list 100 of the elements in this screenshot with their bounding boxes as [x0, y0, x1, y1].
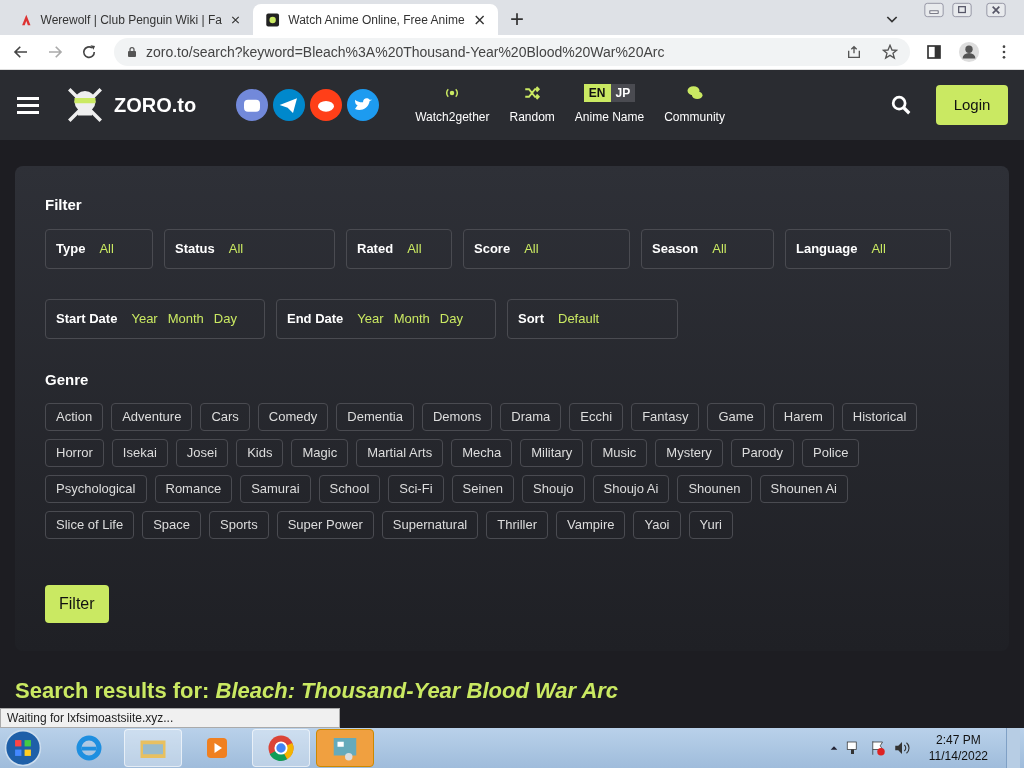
- login-button[interactable]: Login: [936, 85, 1008, 125]
- logo[interactable]: ZORO.to: [64, 84, 197, 126]
- telegram-icon[interactable]: [273, 89, 306, 121]
- genre-tag[interactable]: Ecchi: [569, 403, 624, 431]
- filter-select[interactable]: Start Date Year Month Day: [45, 298, 265, 339]
- profile-icon[interactable]: [958, 41, 980, 63]
- filter-select[interactable]: Sort Default: [507, 298, 678, 339]
- filter-select[interactable]: Season All: [641, 228, 774, 269]
- nav-label: Anime Name: [574, 109, 645, 126]
- genre-tag[interactable]: Shoujo: [522, 475, 585, 503]
- side-panel-icon[interactable]: [926, 44, 942, 60]
- genre-tag[interactable]: Demons: [421, 403, 493, 431]
- start-orb-icon[interactable]: [4, 729, 42, 767]
- genre-tag[interactable]: Harem: [772, 403, 834, 431]
- genre-tag[interactable]: School: [318, 475, 381, 503]
- genre-tag[interactable]: Mecha: [451, 439, 513, 467]
- select-value: Default: [558, 309, 600, 328]
- browser-tab[interactable]: Watch Anime Online, Free Anime: [253, 4, 498, 35]
- tab-title: Watch Anime Online, Free Anime: [288, 11, 465, 29]
- genre-tag[interactable]: Martial Arts: [356, 439, 444, 467]
- genre-tag[interactable]: Thriller: [486, 511, 548, 539]
- select-label: Rated: [357, 239, 394, 258]
- select-value: Day: [439, 309, 463, 328]
- genre-tag[interactable]: Psychological: [45, 475, 147, 503]
- nav-label: Watch2gether: [415, 109, 490, 126]
- genre-tag[interactable]: Josei: [175, 439, 229, 467]
- genre-tag[interactable]: Game: [707, 403, 765, 431]
- filter-select[interactable]: Language All: [785, 228, 951, 269]
- genre-tag[interactable]: Shounen: [677, 475, 752, 503]
- select-label: End Date: [287, 309, 344, 328]
- genre-tag[interactable]: Adventure: [111, 403, 193, 431]
- genre-tag[interactable]: Supernatural: [381, 511, 479, 539]
- genre-tag[interactable]: Yuri: [688, 511, 733, 539]
- genre-tag[interactable]: Shounen Ai: [759, 475, 848, 503]
- star-icon[interactable]: [882, 44, 898, 60]
- genre-tag[interactable]: Mystery: [655, 439, 723, 467]
- genre-tag[interactable]: Slice of Life: [45, 511, 135, 539]
- search-icon[interactable]: [890, 94, 912, 116]
- pirate-icon: [265, 11, 281, 28]
- select-value: All: [712, 239, 727, 258]
- genre-tag[interactable]: Seinen: [451, 475, 514, 503]
- genre-tag[interactable]: Historical: [841, 403, 918, 431]
- select-value: Month: [393, 309, 430, 328]
- new-tab-button[interactable]: +: [498, 7, 536, 35]
- genre-tag[interactable]: Drama: [500, 403, 562, 431]
- filter-button[interactable]: Filter: [45, 585, 109, 623]
- filter-select[interactable]: Rated All: [346, 228, 452, 269]
- reload-icon[interactable]: [80, 43, 98, 61]
- clock-time[interactable]: 2:47 PM: [936, 732, 981, 748]
- filter-select[interactable]: End Date Year Month Day: [276, 298, 496, 339]
- filter-select[interactable]: Score All: [463, 228, 630, 269]
- genre-tag[interactable]: Dementia: [336, 403, 414, 431]
- genre-tag[interactable]: Fantasy: [631, 403, 700, 431]
- lock-icon: [126, 46, 138, 58]
- genre-tag[interactable]: Action: [45, 403, 104, 431]
- status-bubble: Waiting for lxfsimoastsiite.xyz...: [0, 708, 340, 728]
- genre-tag[interactable]: Horror: [45, 439, 104, 467]
- language-toggle[interactable]: EN: [583, 84, 611, 102]
- nav-link[interactable]: Community: [664, 84, 725, 126]
- genre-tag[interactable]: Kids: [236, 439, 284, 467]
- genre-tag[interactable]: Super Power: [276, 511, 374, 539]
- genre-tag[interactable]: Military: [520, 439, 584, 467]
- nav-link[interactable]: Random: [509, 84, 555, 126]
- nav-label: Random: [509, 109, 555, 126]
- genre-tag[interactable]: Yaoi: [633, 511, 681, 539]
- select-label: Start Date: [56, 309, 118, 328]
- select-value: Year: [357, 309, 384, 328]
- select-value: All: [228, 239, 244, 258]
- language-toggle[interactable]: JP: [610, 84, 636, 102]
- browser-tab[interactable]: Werewolf | Club Penguin Wiki | Fa: [8, 4, 253, 35]
- select-value: Month: [167, 309, 204, 328]
- genre-tag[interactable]: Cars: [200, 403, 250, 431]
- genre-tag[interactable]: Music: [591, 439, 648, 467]
- filter-title: Filter: [45, 195, 83, 215]
- back-icon[interactable]: [12, 43, 30, 61]
- genre-tag[interactable]: Samurai: [240, 475, 311, 503]
- genre-tag[interactable]: Sports: [209, 511, 269, 539]
- nav-link[interactable]: Watch2gether: [415, 84, 490, 126]
- genre-tag[interactable]: Police: [802, 439, 860, 467]
- select-value: All: [871, 239, 886, 258]
- filter-select[interactable]: Status All: [164, 228, 335, 269]
- share-icon[interactable]: [846, 44, 862, 60]
- clock-date[interactable]: 11/14/2022: [928, 748, 988, 764]
- genre-title: Genre: [45, 369, 90, 390]
- select-value: All: [99, 239, 114, 258]
- genre-tag[interactable]: Shoujo Ai: [592, 475, 670, 503]
- genre-tag[interactable]: Isekai: [111, 439, 168, 467]
- select-label: Sort: [518, 309, 544, 328]
- genre-tag[interactable]: Comedy: [257, 403, 329, 431]
- filter-select[interactable]: Type All: [45, 228, 153, 269]
- genre-tag[interactable]: Vampire: [556, 511, 626, 539]
- twitter-icon[interactable]: [347, 89, 380, 121]
- genre-tag[interactable]: Parody: [730, 439, 795, 467]
- genre-tag[interactable]: Romance: [154, 475, 233, 503]
- genre-tag[interactable]: Space: [142, 511, 202, 539]
- address-bar[interactable]: zoro.to/search?keyword=Bleach%3A%20Thousand-Year%20Blood%20War%20Arc: [114, 38, 910, 66]
- genre-tag[interactable]: Sci-Fi: [388, 475, 444, 503]
- nav-link[interactable]: EN JP Anime Name: [574, 84, 645, 126]
- select-value: Year: [131, 309, 158, 328]
- genre-tag[interactable]: Magic: [291, 439, 349, 467]
